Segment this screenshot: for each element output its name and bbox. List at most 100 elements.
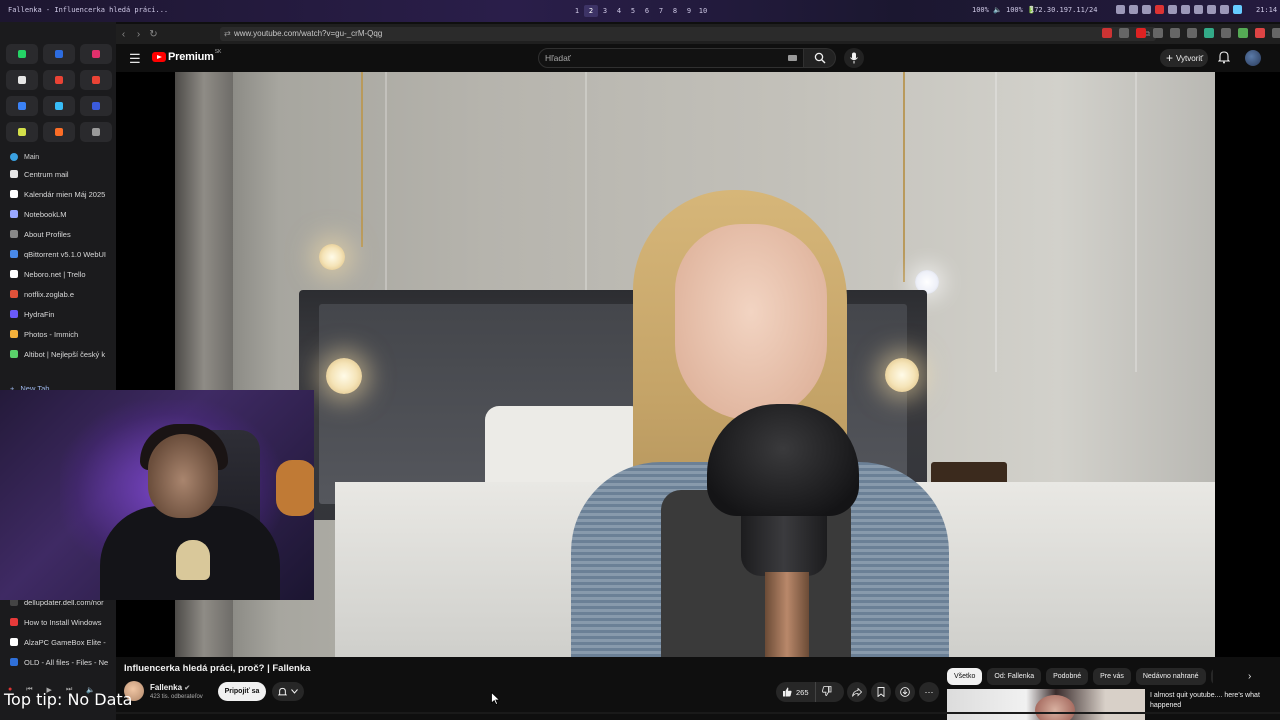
wall-panel-line <box>1135 72 1137 372</box>
pinned-app[interactable] <box>43 70 75 90</box>
extension-icon[interactable] <box>1153 28 1163 38</box>
keyboard-icon[interactable] <box>788 55 797 61</box>
like-button[interactable]: 265 <box>776 682 816 702</box>
notifications-bell-icon[interactable] <box>1218 50 1230 64</box>
pinned-app[interactable] <box>6 44 38 64</box>
filter-chip[interactable]: Pozreté <box>1210 668 1213 685</box>
search-input[interactable]: Hľadať <box>538 48 804 68</box>
pinned-app[interactable] <box>80 70 112 90</box>
voice-search-button[interactable] <box>844 48 864 68</box>
sidebar-tab[interactable]: Neboro.net | Trello <box>0 264 116 284</box>
system-tray[interactable] <box>1116 5 1242 14</box>
workspace-10[interactable]: 10 <box>696 5 710 17</box>
tray-icon[interactable] <box>1233 5 1242 14</box>
extension-icon[interactable] <box>1102 28 1112 38</box>
tray-icon[interactable] <box>1129 5 1138 14</box>
pinned-app[interactable] <box>6 70 38 90</box>
workspace-8[interactable]: 8 <box>668 5 682 17</box>
sidebar-tab[interactable]: How to Install Windows <box>0 612 116 632</box>
workspace-9[interactable]: 9 <box>682 5 696 17</box>
tab-list: Main Centrum mail Kalendár mien Máj 2025 N… <box>0 150 116 398</box>
sidebar-tab[interactable]: HydraFin <box>0 304 116 324</box>
filter-chip[interactable]: Od: Fallenka <box>987 668 1042 685</box>
pinned-app[interactable] <box>6 96 38 116</box>
extensions[interactable] <box>1102 28 1280 38</box>
workspace-4[interactable]: 4 <box>612 5 626 17</box>
more-actions-button[interactable]: ⋯ <box>919 682 939 702</box>
share-button[interactable] <box>847 682 867 702</box>
account-avatar[interactable] <box>1245 50 1261 66</box>
workspace-3[interactable]: 3 <box>598 5 612 17</box>
sidebar-tab[interactable]: qBittorrent v5.1.0 WebUI <box>0 244 116 264</box>
extension-icon[interactable] <box>1238 28 1248 38</box>
tray-icon[interactable] <box>1181 5 1190 14</box>
hamburger-menu-icon[interactable]: ☰ <box>129 51 141 67</box>
sidebar-tab[interactable]: Altibot | Nejlepší český k <box>0 344 116 364</box>
tray-icon[interactable] <box>1155 5 1164 14</box>
pinned-app[interactable] <box>80 96 112 116</box>
youtube-play-icon <box>152 52 166 62</box>
extension-icon[interactable] <box>1170 28 1180 38</box>
extension-icon[interactable] <box>1255 28 1265 38</box>
url-text[interactable]: www.youtube.com/watch?v=gu-_crM-Qqg <box>234 29 382 38</box>
back-icon[interactable]: ‹ <box>116 29 131 40</box>
sidebar-tab[interactable]: About Profiles <box>0 224 116 244</box>
subscription-bell-button[interactable] <box>272 682 304 701</box>
channel-name[interactable]: Fallenka ✔ <box>150 683 190 692</box>
bell-icon <box>278 687 287 695</box>
chevron-right-icon[interactable]: › <box>1248 671 1251 682</box>
create-button[interactable]: + Vytvoriť <box>1160 49 1208 67</box>
pinned-app[interactable] <box>80 44 112 64</box>
reload-icon[interactable]: ↻ <box>146 29 161 40</box>
forward-icon[interactable]: › <box>131 29 146 40</box>
filter-chip[interactable]: Podobné <box>1046 668 1089 685</box>
tray-icon[interactable] <box>1220 5 1229 14</box>
pinned-app[interactable] <box>6 122 38 142</box>
tray-icon[interactable] <box>1207 5 1216 14</box>
youtube-logo[interactable]: Premium SK <box>152 49 221 63</box>
save-button[interactable] <box>871 682 891 702</box>
site-info-icon[interactable]: ⇄ <box>224 27 231 41</box>
extension-icon[interactable] <box>1221 28 1231 38</box>
workspace-2[interactable]: 2 <box>584 5 598 17</box>
workspace-7[interactable]: 7 <box>654 5 668 17</box>
search-button[interactable] <box>804 48 836 68</box>
channel-name-text[interactable]: Fallenka <box>150 683 182 692</box>
sidebar-tab[interactable]: notflix.zoglab.e <box>0 284 116 304</box>
pinned-app[interactable] <box>43 122 75 142</box>
workspace-6[interactable]: 6 <box>640 5 654 17</box>
extension-icon[interactable] <box>1119 28 1129 38</box>
join-button[interactable]: Pripojiť sa <box>218 682 266 701</box>
dislike-button[interactable] <box>816 686 832 698</box>
filter-chip[interactable]: Nedávno nahrané <box>1135 668 1206 685</box>
pinned-app[interactable] <box>43 96 75 116</box>
filter-chip[interactable]: Všetko <box>947 668 983 685</box>
subscriber-count: 423 tis. odberateľov <box>150 694 203 700</box>
face <box>675 224 827 420</box>
sidebar-tab[interactable]: OLD - All files - Files - Ne <box>0 652 116 672</box>
sidebar-tab[interactable]: NotebookLM <box>0 204 116 224</box>
tray-icon[interactable] <box>1116 5 1125 14</box>
extension-icon[interactable] <box>1204 28 1214 38</box>
extension-icon[interactable] <box>1136 28 1146 38</box>
tray-icon[interactable] <box>1142 5 1151 14</box>
sidebar-tab[interactable]: Kalendár mien Máj 2025 <box>0 184 116 204</box>
tray-icon[interactable] <box>1168 5 1177 14</box>
recommended-video-title[interactable]: I almost quit youtube.... here's what ha… <box>1150 691 1275 710</box>
pinned-app[interactable] <box>80 122 112 142</box>
sidebar-tab[interactable]: Photos - Immich <box>0 324 116 344</box>
tray-icon[interactable] <box>1194 5 1203 14</box>
extension-icon[interactable] <box>1272 28 1280 38</box>
pinned-app[interactable] <box>43 44 75 64</box>
tab-group-main[interactable]: Main <box>0 150 116 164</box>
extension-icon[interactable] <box>1187 28 1197 38</box>
workspace-switcher[interactable]: 1 2 3 4 5 6 7 8 9 10 <box>570 5 710 17</box>
recommended-video-thumbnail[interactable] <box>947 689 1145 720</box>
workspace-5[interactable]: 5 <box>626 5 640 17</box>
download-button[interactable] <box>895 682 915 702</box>
address-bar[interactable]: ⇄ www.youtube.com/watch?v=gu-_crM-Qqg ⧉ <box>220 27 1156 41</box>
sidebar-tab[interactable]: Centrum mail <box>0 164 116 184</box>
filter-chip[interactable]: Pre vás <box>1093 668 1131 685</box>
sidebar-tab[interactable]: AlzaPC GameBox Elite - <box>0 632 116 652</box>
workspace-1[interactable]: 1 <box>570 5 584 17</box>
